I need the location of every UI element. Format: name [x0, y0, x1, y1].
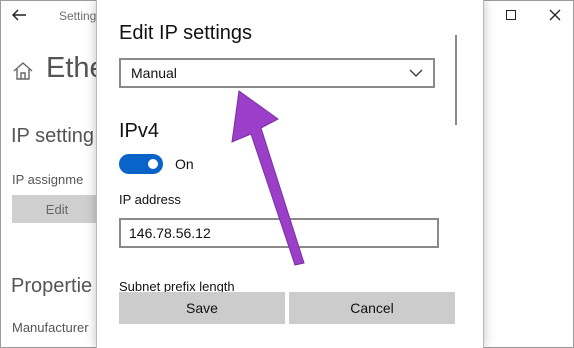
cancel-button[interactable]: Cancel — [289, 292, 455, 324]
manufacturer-label: Manufacturer — [12, 320, 89, 335]
arrow-left-icon[interactable] — [10, 6, 30, 26]
toggle-knob — [148, 159, 158, 169]
ip-address-label: IP address — [119, 192, 181, 207]
ip-address-field[interactable]: 146.78.56.12 — [119, 218, 439, 248]
dialog-button-bar: Save Cancel — [97, 288, 483, 348]
ipv4-toggle[interactable] — [119, 154, 163, 174]
properties-heading: Propertie — [11, 275, 93, 297]
ip-assignment-label: IP assignme — [12, 172, 84, 187]
maximize-icon[interactable] — [496, 4, 526, 26]
home-icon — [12, 60, 34, 82]
edit-ip-settings-dialog: Edit IP settings Manual IPv4 On IP addre… — [96, 0, 484, 348]
ip-mode-dropdown[interactable]: Manual — [119, 58, 435, 88]
scrollbar[interactable] — [455, 35, 457, 125]
ip-address-value: 146.78.56.12 — [129, 225, 211, 241]
dialog-title: Edit IP settings — [119, 22, 253, 44]
chevron-down-icon — [409, 66, 423, 80]
ipv4-heading: IPv4 — [119, 120, 160, 142]
ip-mode-value: Manual — [131, 65, 177, 81]
toggle-state-label: On — [175, 156, 194, 172]
ip-settings-heading: IP setting — [11, 125, 95, 147]
edit-button[interactable]: Edit — [12, 195, 102, 223]
save-button[interactable]: Save — [119, 292, 285, 324]
close-icon[interactable] — [540, 4, 570, 26]
